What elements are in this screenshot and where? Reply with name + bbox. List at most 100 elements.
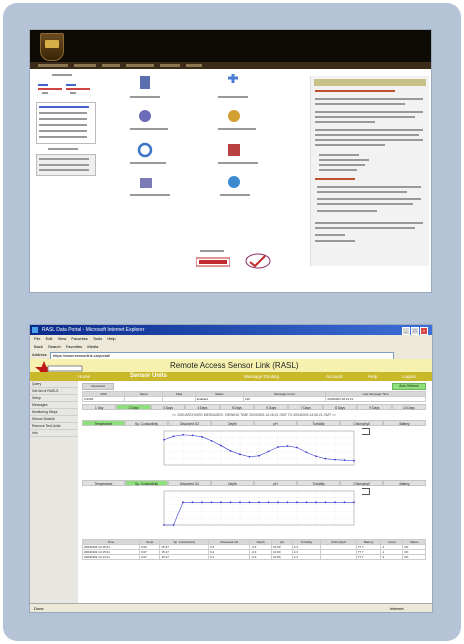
- data-cell: 15.47: [159, 554, 210, 560]
- unit-cell: 0-9283: [81, 396, 126, 402]
- unit-cell: 20040303 18:14:21: [325, 396, 426, 402]
- param-tab[interactable]: Chlorophyll: [340, 480, 383, 486]
- document-icon: [140, 76, 150, 89]
- day-tab[interactable]: 9 Days: [357, 404, 392, 410]
- sidebar-item-setup[interactable]: Setup: [30, 395, 78, 402]
- plus-icon: [228, 74, 238, 83]
- param-tab[interactable]: Battery: [383, 420, 426, 426]
- data-cell: 2: [380, 554, 404, 560]
- account-icon: [228, 144, 240, 156]
- day-tab[interactable]: 8 Days: [322, 404, 358, 410]
- day-tab[interactable]: 2 Days: [116, 404, 151, 410]
- data-cell: 20040303 14:14:21: [82, 554, 140, 560]
- param-tab[interactable]: Depth: [211, 480, 254, 486]
- close-button[interactable]: ×: [420, 327, 428, 335]
- window-titlebar: RASL Data Portal - Microsoft Internet Ex…: [30, 325, 432, 335]
- maximize-button[interactable]: □: [411, 327, 419, 335]
- param-tab[interactable]: Dissolved O2: [168, 420, 211, 426]
- param-tab[interactable]: Sp. Conductivity: [125, 420, 168, 426]
- conductivity-chart: [142, 487, 362, 537]
- sidebar-item-info[interactable]: Info: [30, 430, 78, 437]
- nav-sensor-units[interactable]: Sensor Units: [130, 372, 167, 381]
- data-cell: -0.4: [249, 554, 272, 560]
- rasl-browser-screenshot: RASL Data Portal - Microsoft Internet Ex…: [30, 325, 432, 612]
- menu-tools[interactable]: Tools: [93, 336, 102, 341]
- sidebar-item-sensor-module[interactable]: Sensor Module: [30, 416, 78, 423]
- nav-help[interactable]: Help: [368, 372, 377, 381]
- menu-favorites[interactable]: Favorites: [71, 336, 87, 341]
- param-tabs-conductivity: Temperature Sp. Conductivity Dissolved O2 D…: [82, 480, 426, 486]
- rasl-nav: Home Sensor Units Message Routing Accoun…: [30, 372, 432, 381]
- data-cell: OK: [402, 554, 426, 560]
- unit-cell: [124, 396, 164, 402]
- nav-home[interactable]: Home: [78, 372, 90, 381]
- search-button[interactable]: Search: [48, 344, 61, 349]
- param-tab[interactable]: Battery: [383, 480, 426, 486]
- minimize-button[interactable]: _: [402, 327, 410, 335]
- sidebar-item-messages[interactable]: Messages: [30, 402, 78, 409]
- day-tab[interactable]: 4 Days: [185, 404, 220, 410]
- param-tab[interactable]: Temperature: [82, 420, 125, 426]
- refresh-icon: [137, 142, 153, 158]
- page-content: Remote Access Sensor Link (RASL) Home Se…: [30, 359, 432, 603]
- data-cell: 2.3: [291, 554, 322, 560]
- menu-help[interactable]: Help: [107, 336, 115, 341]
- globe-icon: [228, 176, 240, 188]
- data-cell: 77.7: [355, 554, 382, 560]
- param-tab[interactable]: Dissolved O2: [168, 480, 211, 486]
- param-tab[interactable]: pH: [254, 420, 297, 426]
- data-table: Time Temp Sp. Conductivity Dissolved O2 Dept…: [82, 539, 426, 560]
- viewing-range: << 1000 ARCHIVED MESSAGES, VIEWING TIME …: [172, 413, 336, 417]
- status-bar: Done Internet: [30, 603, 432, 612]
- day-tab[interactable]: 10 Days: [391, 404, 427, 410]
- param-tab[interactable]: Depth: [211, 420, 254, 426]
- settings-icon: [140, 178, 152, 188]
- media-button[interactable]: Media: [87, 344, 98, 349]
- ups-shield-logo: [40, 33, 64, 61]
- menu-view[interactable]: View: [58, 336, 67, 341]
- nav-logout[interactable]: Logout: [402, 372, 416, 381]
- ups-left-column: [36, 74, 98, 214]
- address-bar: Address https://www.sensorlink.ca/portal…: [30, 351, 432, 360]
- data-cell: [320, 554, 357, 560]
- menu-file[interactable]: File: [34, 336, 40, 341]
- window-title: RASL Data Portal - Microsoft Internet Ex…: [42, 327, 145, 333]
- sidebar-item-query[interactable]: Query: [30, 381, 78, 388]
- param-tab[interactable]: Turbidity: [297, 480, 340, 486]
- day-tab[interactable]: 7 Days: [288, 404, 323, 410]
- people-icon: [139, 110, 151, 122]
- data-cell: 6.1: [208, 554, 251, 560]
- day-tab[interactable]: 3 Days: [150, 404, 186, 410]
- sidebar-item-list[interactable]: Get list of RASLS: [30, 388, 78, 395]
- zone-text: Internet: [390, 606, 404, 611]
- ups-navbar: [30, 62, 431, 69]
- ups-header: [30, 30, 431, 62]
- unit-table: ESN Name Alias Status Message Count Last Mess…: [81, 391, 426, 402]
- back-button[interactable]: Back: [34, 344, 43, 349]
- param-tab[interactable]: Turbidity: [297, 420, 340, 426]
- day-tab[interactable]: 5 Days: [219, 404, 255, 410]
- auto-refresh-button[interactable]: Auto Refresh: [392, 383, 426, 390]
- day-tab[interactable]: 6 Days: [254, 404, 289, 410]
- menu-edit[interactable]: Edit: [46, 336, 53, 341]
- ups-right-panel: [310, 76, 429, 266]
- param-tab[interactable]: Chlorophyll: [340, 420, 383, 426]
- temperature-chart: [142, 427, 362, 477]
- favorites-button[interactable]: Favorites: [66, 344, 82, 349]
- param-tab[interactable]: Sp. Conductivity: [125, 480, 168, 486]
- nav-account[interactable]: Account: [326, 372, 342, 381]
- day-tab[interactable]: 1 Day: [82, 404, 117, 410]
- page-title: Remote Access Sensor Link (RASL): [170, 361, 299, 370]
- sidebar-item-remove[interactable]: Remove Test Units: [30, 423, 78, 430]
- nav-message-routing[interactable]: Message Routing: [244, 372, 279, 381]
- status-text: Done: [34, 606, 44, 611]
- seal-logo: [245, 252, 271, 275]
- data-cell: 10.90: [270, 554, 293, 560]
- param-tab[interactable]: Temperature: [82, 480, 125, 486]
- group-icon: [228, 110, 240, 122]
- unit-cell: Enabled: [194, 396, 244, 402]
- download-button[interactable]: Download: [82, 383, 114, 390]
- param-tab[interactable]: pH: [254, 480, 297, 486]
- rasl-header: Remote Access Sensor Link (RASL) Home Se…: [30, 359, 432, 381]
- sidebar-item-monitoring[interactable]: Monitoring Steps: [30, 409, 78, 416]
